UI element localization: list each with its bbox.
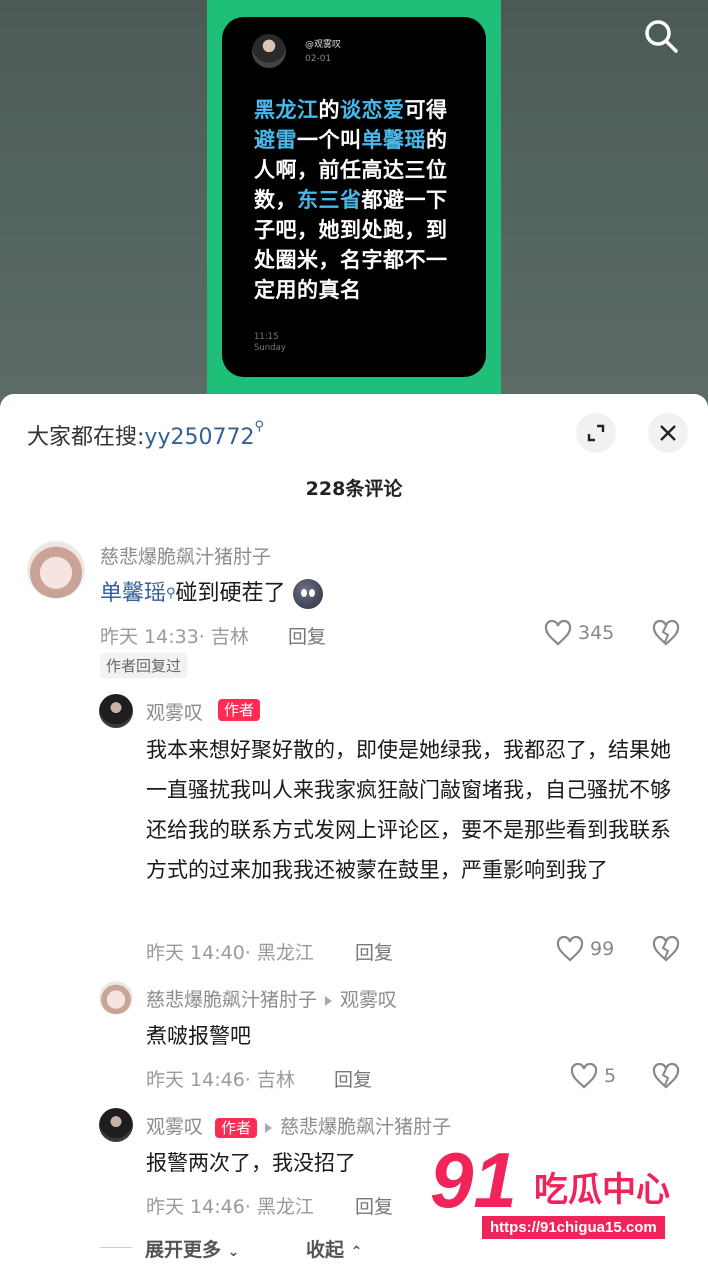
comment-text-rest: 碰到硬茬了 (175, 581, 286, 606)
author-badge: 作者 (218, 699, 261, 721)
trending-keyword[interactable]: yy250772 (144, 425, 254, 450)
divider (100, 1247, 132, 1248)
comment-user[interactable]: 观雾叹 (146, 1116, 203, 1138)
avatar[interactable] (99, 981, 133, 1015)
dislike-button[interactable] (652, 1062, 680, 1093)
search-small-icon: ⚲ (166, 586, 176, 601)
author-badge: 作者 (215, 1118, 258, 1138)
expand-icon (587, 424, 605, 442)
collapse-button[interactable]: 收起 ⌃ (306, 1235, 362, 1262)
reply-to-user[interactable]: 观雾叹 (340, 989, 397, 1011)
like-button[interactable]: 345 (544, 620, 614, 646)
card-day: Sunday (254, 343, 286, 353)
comment-meta: 昨天 14:46· 吉林 (146, 1069, 295, 1091)
expand-more-label: 展开更多 (145, 1239, 222, 1261)
like-count: 5 (604, 1065, 617, 1087)
comment-text: 单馨瑶⚲碰到硬茬了 (100, 574, 323, 614)
card-handle: @观雾叹 (305, 40, 342, 50)
watermark-url: https://91chigua15.com (482, 1216, 665, 1239)
broken-heart-icon (652, 619, 680, 646)
comment-user[interactable]: 慈悲爆脆飙汁猪肘子 (146, 989, 317, 1011)
chevron-down-icon: ⌄ (227, 1244, 240, 1260)
comment-username[interactable]: 观雾叹 (146, 698, 203, 725)
avatar[interactable] (27, 541, 85, 599)
expand-button[interactable] (576, 413, 616, 453)
card-highlight: 避雷 (254, 128, 297, 152)
dislike-button[interactable] (652, 619, 680, 650)
card-highlight: 谈恋爱 (340, 98, 405, 122)
heart-icon (570, 1063, 598, 1089)
card-highlight: 东三省 (297, 188, 362, 212)
close-icon (660, 425, 676, 441)
reply-arrow-icon (325, 995, 333, 1006)
card-highlight: 单馨瑶 (361, 128, 426, 152)
like-count: 99 (590, 938, 615, 960)
card-highlight: 黑龙江 (254, 98, 319, 122)
card-time: 11:15 Sunday (254, 332, 286, 354)
heart-icon (544, 620, 572, 646)
site-watermark: 91 吃瓜中心 https://91chigua15.com (430, 1140, 690, 1250)
card-avatar (252, 34, 286, 68)
comment-location: 黑龙江 (256, 942, 314, 964)
trending-prefix: 大家都在搜: (27, 425, 145, 450)
watermark-number: 91 (430, 1136, 517, 1224)
broken-heart-icon (652, 935, 680, 962)
reply-button[interactable]: 回复 (334, 1065, 372, 1092)
reply-button[interactable]: 回复 (355, 938, 393, 965)
comment-time: 昨天 14:46 (146, 1069, 245, 1091)
comment-username[interactable]: 慈悲爆脆飙汁猪肘子 (100, 542, 271, 569)
comment-location: 吉林 (256, 1069, 295, 1091)
heart-icon (556, 936, 584, 962)
reply-to-user[interactable]: 慈悲爆脆飙汁猪肘子 (280, 1116, 451, 1138)
card-date: 02-01 (305, 54, 332, 64)
comment-location: 黑龙江 (256, 1196, 314, 1218)
like-button[interactable]: 99 (556, 936, 614, 962)
expand-more-button[interactable]: 展开更多 ⌄ (145, 1235, 239, 1262)
video-text-card: @观雾叹 02-01 黑龙江的谈恋爱可得避雷一个叫单馨瑶的人啊，前任高达三位数，… (222, 17, 486, 377)
video-area[interactable]: @观雾叹 02-01 黑龙江的谈恋爱可得避雷一个叫单馨瑶的人啊，前任高达三位数，… (0, 0, 708, 412)
mention-link[interactable]: 单馨瑶 (100, 581, 166, 606)
reply-arrow-icon (265, 1122, 273, 1133)
dislike-button[interactable] (652, 935, 680, 966)
avatar[interactable] (99, 1108, 133, 1142)
comment-text: 我本来想好聚好散的，即使是她绿我，我都忍了，结果她一直骚扰我叫人来我家疯狂敲门敲… (146, 738, 671, 882)
search-button[interactable] (642, 17, 680, 55)
comment-meta: 昨天 14:40· 黑龙江 (146, 942, 314, 964)
watermark-brand: 吃瓜中心 (534, 1170, 670, 1210)
author-replied-tag: 作者回复过 (100, 653, 188, 678)
comment-meta: 昨天 14:33· 吉林 (100, 626, 249, 648)
comment-meta: 昨天 14:46· 黑龙江 (146, 1196, 314, 1218)
avatar[interactable] (99, 694, 133, 728)
comment-time: 昨天 14:40 (146, 942, 245, 964)
card-clock: 11:15 (254, 332, 279, 342)
comment-text: 煮啵报警吧 (146, 1024, 251, 1048)
close-button[interactable] (648, 413, 688, 453)
collapse-label: 收起 (306, 1239, 345, 1261)
like-button[interactable]: 5 (570, 1063, 616, 1089)
chevron-up-icon: ⌃ (350, 1244, 363, 1260)
card-text: 黑龙江的谈恋爱可得避雷一个叫单馨瑶的人啊，前任高达三位数，东三省都避一下子吧，她… (254, 95, 464, 305)
comment-location: 吉林 (210, 626, 249, 648)
trending-search[interactable]: 大家都在搜:yy250772⚲ (27, 419, 264, 451)
like-count: 345 (578, 622, 615, 644)
emoji-icon (292, 579, 323, 609)
broken-heart-icon (652, 1062, 680, 1089)
comment-text: 报警两次了，我没招了 (146, 1151, 356, 1175)
search-icon (645, 20, 678, 53)
search-small-icon: ⚲ (254, 419, 264, 434)
comment-count: 228条评论 (305, 478, 403, 500)
card-text-segment: 的 (318, 98, 340, 122)
comment-time: 昨天 14:46 (146, 1196, 245, 1218)
reply-button[interactable]: 回复 (355, 1192, 393, 1219)
comment-username: 慈悲爆脆飙汁猪肘子 观雾叹 (146, 985, 397, 1012)
comment-username: 观雾叹 作者 慈悲爆脆飙汁猪肘子 (146, 1112, 451, 1139)
card-text-segment: 一个叫 (297, 128, 362, 152)
card-text-segment: 可得 (404, 98, 448, 122)
reply-button[interactable]: 回复 (288, 622, 326, 649)
comment-time: 昨天 14:33 (100, 626, 199, 648)
